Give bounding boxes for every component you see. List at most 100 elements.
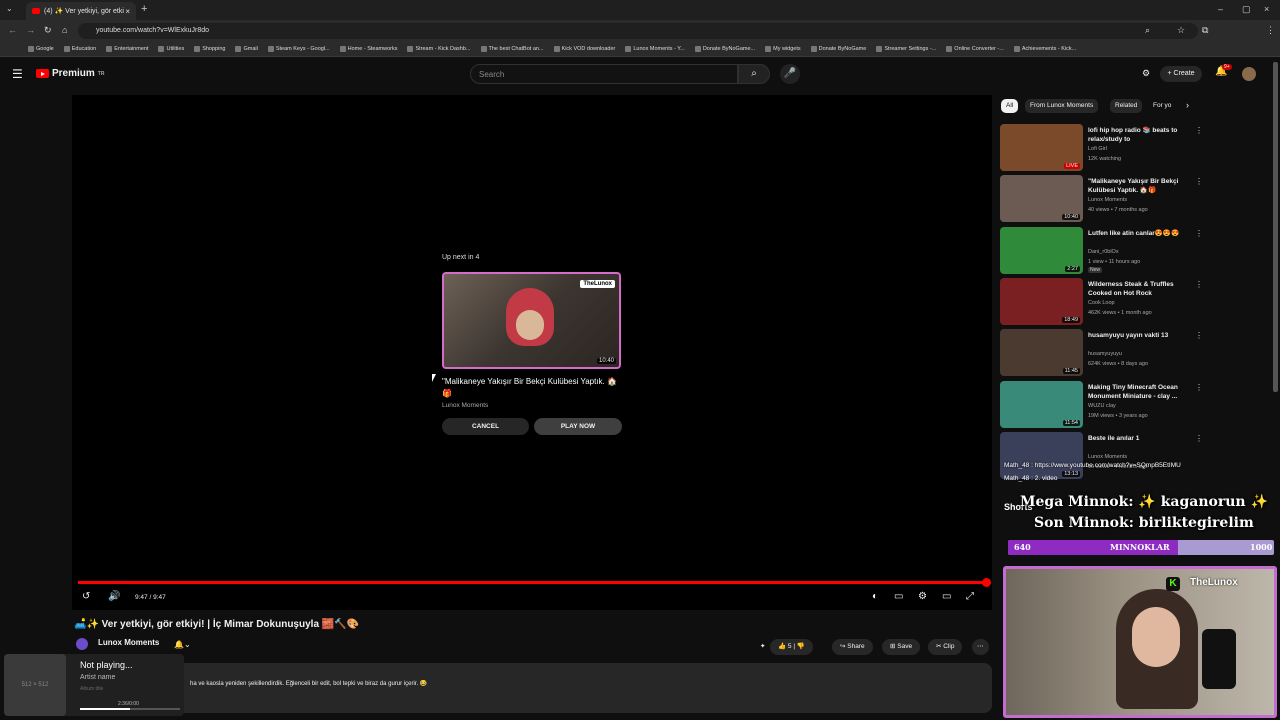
bookmark-item[interactable]: Google bbox=[28, 46, 54, 52]
bookmark-item[interactable]: Home - Steamworks bbox=[339, 46, 397, 52]
bookmark-item[interactable]: Gmail bbox=[235, 46, 258, 52]
youtube-favicon-icon bbox=[32, 8, 40, 14]
channel-avatar[interactable] bbox=[76, 638, 88, 650]
forward-icon[interactable]: → bbox=[26, 25, 35, 35]
close-window-icon[interactable]: × bbox=[1264, 4, 1269, 14]
bookmark-item[interactable]: Donate ByNoGame bbox=[810, 46, 866, 52]
more-options-icon[interactable]: ⋮ bbox=[1195, 383, 1203, 392]
more-options-icon[interactable]: ⋮ bbox=[1195, 126, 1203, 135]
related-video-item[interactable]: LIVE lofi hip hop radio 📚 beats to relax/… bbox=[1000, 124, 1210, 174]
description-box[interactable] bbox=[72, 663, 992, 713]
more-options-icon[interactable]: ⋮ bbox=[1195, 331, 1203, 340]
new-badge: New bbox=[1088, 266, 1103, 273]
bookmark-favicon-icon bbox=[876, 46, 883, 52]
bookmark-item[interactable]: Shopping bbox=[194, 46, 225, 52]
voice-search-button[interactable]: 🎤 bbox=[780, 64, 800, 84]
chip-all[interactable]: All bbox=[1001, 99, 1019, 113]
play-now-button[interactable]: PLAY NOW bbox=[534, 418, 622, 435]
subtitles-icon[interactable]: ▭ bbox=[894, 591, 903, 602]
search-button[interactable]: ⌕ bbox=[738, 64, 770, 84]
bookmark-item[interactable]: My widgets bbox=[765, 46, 801, 52]
share-button[interactable]: ↪ Share bbox=[832, 639, 873, 655]
home-icon[interactable]: ⌂ bbox=[62, 25, 67, 35]
minimize-icon[interactable]: – bbox=[1218, 4, 1223, 14]
bookmark-item[interactable]: Donate ByNoGame... bbox=[694, 46, 755, 52]
bookmark-item[interactable]: Streamer Settings -... bbox=[876, 46, 936, 52]
scrollbar[interactable] bbox=[1273, 62, 1278, 392]
related-video-item[interactable]: 11:54 Making Tiny Minecraft Ocean Monumen… bbox=[1000, 380, 1210, 431]
chip-for-you[interactable]: For yo bbox=[1148, 99, 1176, 113]
more-options-icon[interactable]: ⋮ bbox=[1195, 434, 1203, 443]
more-options-icon[interactable]: ⋮ bbox=[1195, 177, 1203, 186]
youtube-logo[interactable]: Premium TR bbox=[36, 68, 104, 79]
related-duration: 13:13 bbox=[1062, 470, 1080, 477]
more-options-icon[interactable]: ⋮ bbox=[1195, 280, 1203, 289]
now-playing-time: 2:36/0:00 bbox=[118, 701, 139, 707]
save-button[interactable]: ⊞ Save bbox=[882, 639, 921, 655]
progress-scrubber[interactable] bbox=[982, 578, 991, 587]
reload-icon[interactable]: ↻ bbox=[44, 25, 52, 36]
zoom-icon[interactable]: ⌕ bbox=[1145, 25, 1150, 36]
thumbs-down-icon[interactable]: 👎 bbox=[797, 643, 805, 650]
back-icon[interactable]: ← bbox=[8, 25, 17, 35]
up-next-thumbnail[interactable]: TheLunox 10:40 bbox=[442, 272, 621, 369]
browser-tab[interactable]: (4) ✨ Ver yetkiyi, gör etkiyi! | İç Mima… bbox=[26, 2, 136, 20]
webcam-brand: TheLunox bbox=[1190, 577, 1238, 588]
goal-label: MINNOKLAR bbox=[1110, 542, 1170, 552]
bookmark-item[interactable]: Stream - Kick Dashb... bbox=[407, 46, 471, 52]
search-input[interactable]: Search bbox=[470, 64, 738, 84]
chevron-right-icon[interactable]: › bbox=[1186, 100, 1189, 110]
chip-from-channel[interactable]: From Lunox Moments bbox=[1025, 99, 1099, 113]
tab-search-icon[interactable]: ⌄ bbox=[6, 4, 13, 13]
cancel-autoplay-button[interactable]: CANCEL bbox=[442, 418, 529, 435]
more-actions-button[interactable]: ⋯ bbox=[972, 639, 989, 655]
related-video-item[interactable]: 10:40 "Malikaneye Yakışır Bir Bekçi Kulüb… bbox=[1000, 175, 1210, 225]
bookmark-item[interactable]: Entertainment bbox=[106, 46, 148, 52]
related-channel: Lunox Moments bbox=[1088, 197, 1128, 204]
save-label: Save bbox=[897, 643, 913, 650]
subscription-bell-icon[interactable]: 🔔⌄ bbox=[174, 640, 191, 649]
related-video-item[interactable]: 11:45 husamyuyu yayın vakti 13 husamyuyuyu… bbox=[1000, 329, 1210, 379]
new-tab-icon[interactable]: + bbox=[141, 3, 147, 15]
close-tab-icon[interactable]: × bbox=[125, 7, 130, 16]
related-thumbnail[interactable]: 18:49 bbox=[1000, 277, 1083, 325]
settings-gear-icon[interactable]: ⚙ bbox=[918, 591, 927, 602]
account-avatar[interactable] bbox=[1242, 67, 1256, 81]
related-thumbnail[interactable]: 2:27 bbox=[1000, 226, 1083, 274]
like-button[interactable]: 👍 5 | 👎 bbox=[770, 639, 813, 655]
related-thumbnail[interactable]: 11:54 bbox=[1000, 380, 1083, 428]
related-thumbnail[interactable]: LIVE bbox=[1000, 124, 1083, 171]
cast-icon[interactable]: ⚙ bbox=[1142, 68, 1150, 79]
related-thumbnail[interactable]: 10:40 bbox=[1000, 175, 1083, 223]
browser-menu-icon[interactable]: ⋮ bbox=[1266, 25, 1275, 36]
progress-bar[interactable] bbox=[78, 581, 988, 584]
clip-button[interactable]: ✂ Clip bbox=[928, 639, 963, 655]
volume-icon[interactable]: 🔊 bbox=[108, 591, 120, 602]
related-video-item[interactable]: 2:27 Lutfen like atin canlar😍😍😍 Dani_r0blO… bbox=[1000, 226, 1210, 277]
up-next-title[interactable]: "Malikaneye Yakışır Bir Bekçi Kulübesi Y… bbox=[442, 376, 622, 400]
chip-related[interactable]: Related bbox=[1110, 99, 1143, 113]
bookmark-item[interactable]: Achievements - Kick... bbox=[1013, 46, 1076, 52]
address-bar[interactable]: youtube.com/watch?v=WlExkuJr8do bbox=[78, 23, 1198, 39]
fullscreen-icon[interactable]: ⤢ bbox=[966, 591, 974, 602]
channel-name[interactable]: Lunox Moments bbox=[98, 638, 159, 647]
bookmark-item[interactable]: Utilities bbox=[158, 46, 184, 52]
replay-icon[interactable]: ↺ bbox=[82, 591, 90, 602]
bookmark-item[interactable]: Kick VOD downloader bbox=[553, 46, 615, 52]
more-options-icon[interactable]: ⋮ bbox=[1195, 229, 1203, 238]
menu-icon[interactable]: ☰ bbox=[12, 67, 23, 81]
theater-mode-icon[interactable]: ▭ bbox=[942, 591, 951, 602]
related-video-item[interactable]: 18:49 Wilderness Steak & Truffles Cooked … bbox=[1000, 277, 1210, 328]
autoplay-toggle-icon[interactable]: ◐ bbox=[872, 591, 878, 602]
maximize-icon[interactable]: ▢ bbox=[1242, 4, 1251, 15]
create-button[interactable]: + Create bbox=[1160, 66, 1202, 82]
bookmark-item[interactable]: The best ChatBot an... bbox=[480, 46, 544, 52]
extensions-icon[interactable]: ⧉ bbox=[1202, 25, 1208, 36]
related-thumbnail[interactable]: 11:45 bbox=[1000, 329, 1083, 377]
bookmark-item[interactable]: Steam Keys - Googl... bbox=[267, 46, 330, 52]
bookmark-star-icon[interactable]: ☆ bbox=[1177, 25, 1185, 36]
bookmark-item[interactable]: Lunox Moments - Y... bbox=[625, 46, 685, 52]
related-thumbnail[interactable]: 13:13 bbox=[1000, 431, 1083, 479]
bookmark-item[interactable]: Education bbox=[63, 46, 96, 52]
bookmark-item[interactable]: Online Converter -... bbox=[946, 46, 1004, 52]
